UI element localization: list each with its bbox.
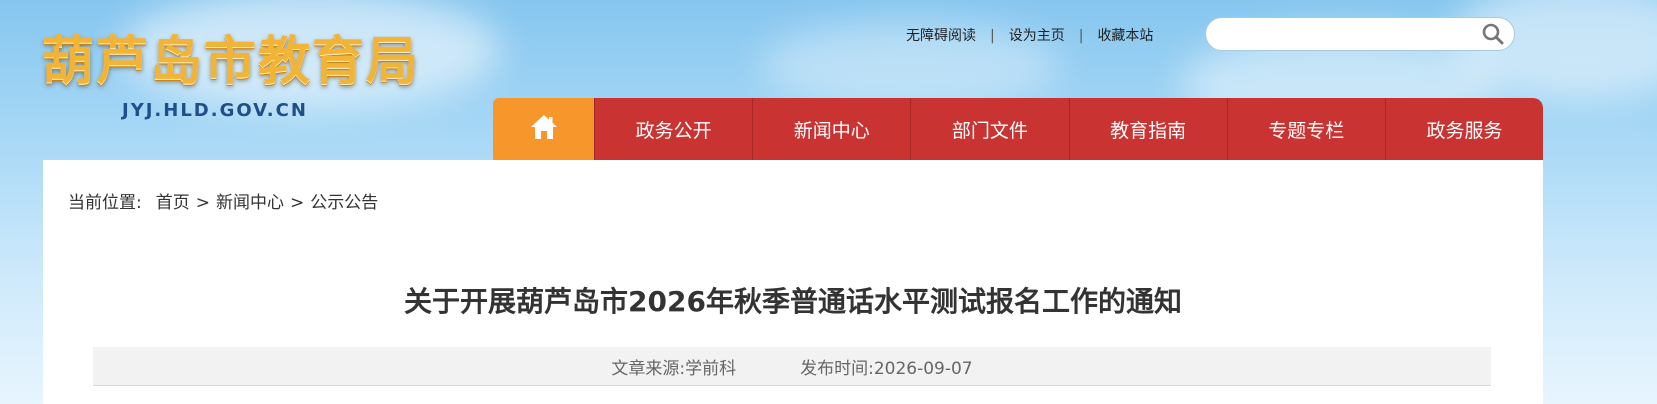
separator: | [1078, 28, 1084, 44]
article-title: 关于开展葫芦岛市2026年秋季普通话水平测试报名工作的通知 [404, 285, 1182, 318]
home-icon [530, 114, 558, 144]
nav-home-button[interactable] [493, 98, 594, 160]
nav-item-government-affairs[interactable]: 政务公开 [594, 98, 753, 160]
site-title: 葫芦岛市教育局 [42, 31, 421, 92]
bookmark-link[interactable]: 收藏本站 [1097, 28, 1153, 44]
nav-item-government-services[interactable]: 政务服务 [1384, 98, 1543, 160]
site-logo[interactable]: 葫芦岛市教育局 JYJ.HLD.GOV.CN [42, 30, 421, 121]
breadcrumb-separator: > [195, 193, 210, 213]
top-links: 无障碍阅读 | 设为主页 | 收藏本站 [906, 25, 1153, 45]
main-content: 当前位置: 首页 > 新闻中心 > 公示公告 关于开展葫芦岛市2026年秋季普通话水平测试… [43, 160, 1543, 404]
accessibility-link[interactable]: 无障碍阅读 [906, 28, 976, 44]
nav-item-special-topics[interactable]: 专题专栏 [1226, 98, 1385, 160]
search-icon[interactable] [1480, 22, 1506, 46]
separator: | [990, 28, 995, 44]
site-domain: JYJ.HLD.GOV.CN [122, 100, 308, 121]
search-box [1205, 17, 1515, 51]
nav-item-news-center[interactable]: 新闻中心 [752, 98, 911, 160]
breadcrumb-announcements[interactable]: 公示公告 [310, 193, 378, 213]
breadcrumb: 当前位置: 首页 > 新闻中心 > 公示公告 [68, 188, 378, 213]
nav-item-education-guide[interactable]: 教育指南 [1068, 98, 1227, 160]
set-homepage-link[interactable]: 设为主页 [1009, 28, 1065, 44]
breadcrumb-home[interactable]: 首页 [156, 193, 190, 213]
article-date: 发布时间:2026-09-07 [800, 358, 973, 379]
nav-item-department-documents[interactable]: 部门文件 [910, 98, 1069, 160]
breadcrumb-news-center[interactable]: 新闻中心 [216, 193, 284, 213]
search-input[interactable] [1222, 24, 1466, 46]
article-source: 文章来源:学前科 [611, 358, 737, 379]
breadcrumb-label: 当前位置: [68, 193, 142, 213]
article-meta: 文章来源:学前科 发布时间:2026-09-07 [93, 347, 1491, 386]
breadcrumb-separator: > [289, 193, 305, 213]
main-nav: 政务公开 新闻中心 部门文件 教育指南 专题专栏 政务服务 [493, 98, 1543, 160]
